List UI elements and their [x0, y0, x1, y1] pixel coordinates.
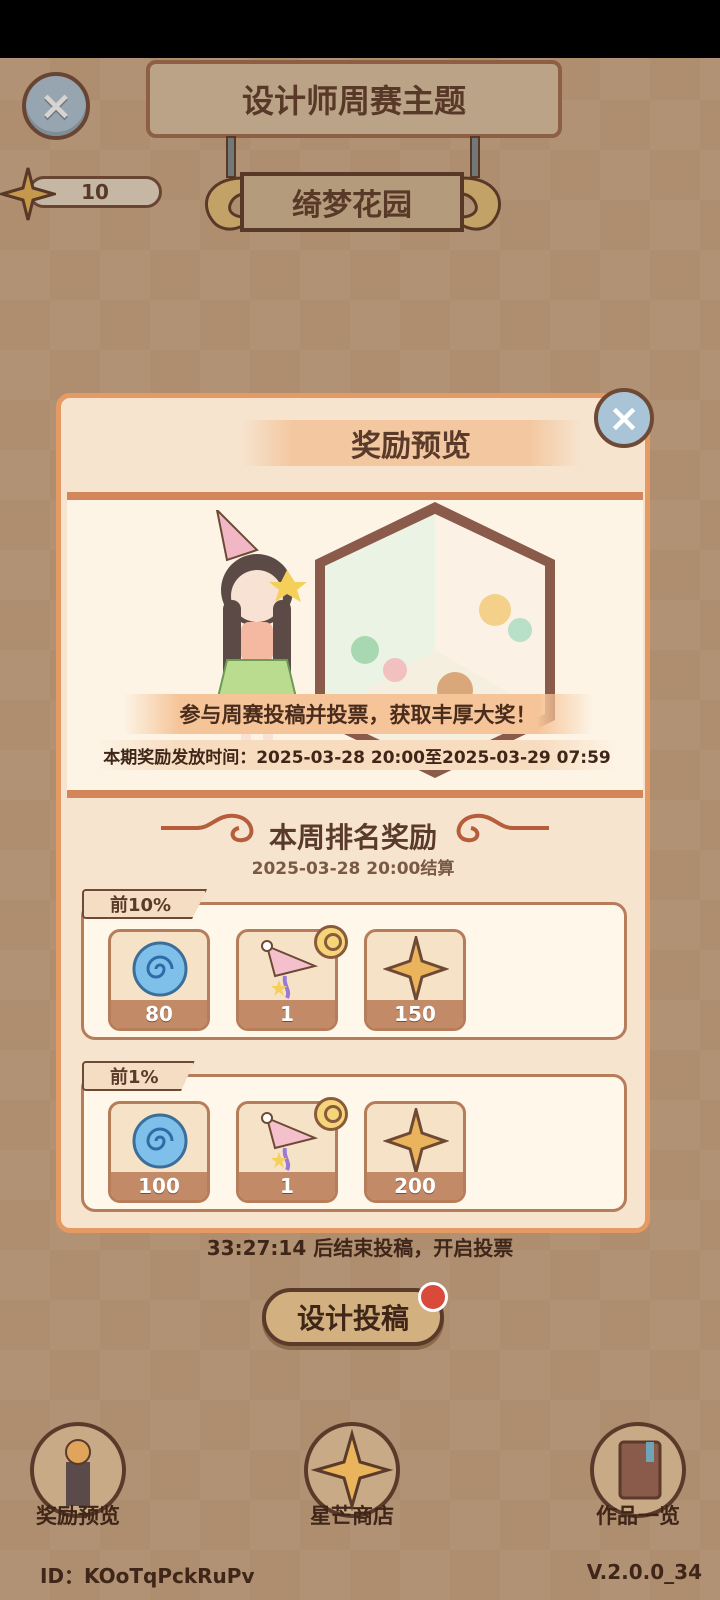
- close-icon: ×: [608, 396, 640, 440]
- reward-tier-top-1: 前1% 100 1 200: [81, 1061, 627, 1212]
- slogan-text: 参与周赛投稿并投票，获取丰厚大奖！: [123, 694, 593, 734]
- garden-room-illustration-icon: [315, 502, 555, 778]
- party-hat-item-icon: [261, 940, 319, 999]
- user-id: ID：KOoTqPckRuPv: [40, 1564, 255, 1588]
- reward-quantity: 1: [239, 1172, 335, 1200]
- app-version: V.2.0.0_34: [586, 1560, 702, 1584]
- blue-swirl-orb-icon: [132, 941, 188, 997]
- countdown-text: 33:27:14 后结束投稿，开启投票: [206, 1236, 514, 1260]
- reward-quantity: 80: [111, 1000, 207, 1028]
- modal-title: 奖励预览: [241, 420, 581, 466]
- reward-item[interactable]: 200: [364, 1101, 466, 1203]
- nav-label-reward-preview: 奖励预览: [36, 1504, 120, 1528]
- reward-quantity: 150: [367, 1000, 463, 1028]
- reward-quantity: 100: [111, 1172, 207, 1200]
- notification-dot: [418, 1282, 448, 1312]
- tier-label: 前10%: [82, 889, 208, 919]
- tier-label: 前1%: [82, 1061, 195, 1091]
- blue-swirl-orb-icon: [132, 1113, 188, 1169]
- hero-banner: 参与周赛投稿并投票，获取丰厚大奖！ 本期奖励发放时间：2025-03-28 20…: [67, 492, 643, 798]
- magnifier-icon[interactable]: [314, 1097, 348, 1131]
- reward-release-time: 本期奖励发放时间：2025-03-28 20:00至2025-03-29 07:…: [97, 740, 617, 770]
- party-hat-item-icon: [261, 1112, 319, 1171]
- swirl-ornament-right-icon: [456, 813, 549, 843]
- reward-item[interactable]: 150: [364, 929, 466, 1031]
- reward-preview-modal: 奖励预览 参与周赛投稿并投票，获取丰厚大奖！ 本期奖励发放时间：2025-03-…: [56, 393, 650, 1233]
- reward-tier-top-10: 前10% 80 1 150: [81, 889, 627, 1040]
- reward-quantity: 1: [239, 1000, 335, 1028]
- status-bar: [0, 0, 720, 58]
- nav-label-works-list: 作品一览: [596, 1504, 680, 1528]
- reward-quantity: 200: [367, 1172, 463, 1200]
- settlement-time: 2025-03-28 20:00结算: [251, 859, 455, 879]
- ranking-reward-title: 本周排名奖励: [268, 821, 437, 854]
- reward-item[interactable]: 80: [108, 929, 210, 1031]
- modal-close-button[interactable]: ×: [594, 388, 654, 448]
- nav-label-star-shop: 星芒商店: [310, 1504, 394, 1528]
- magnifier-icon[interactable]: [314, 925, 348, 959]
- submit-design-button[interactable]: 设计投稿: [262, 1288, 444, 1346]
- star-icon: [383, 936, 449, 1002]
- star-icon: [383, 1108, 449, 1174]
- reward-item[interactable]: 100: [108, 1101, 210, 1203]
